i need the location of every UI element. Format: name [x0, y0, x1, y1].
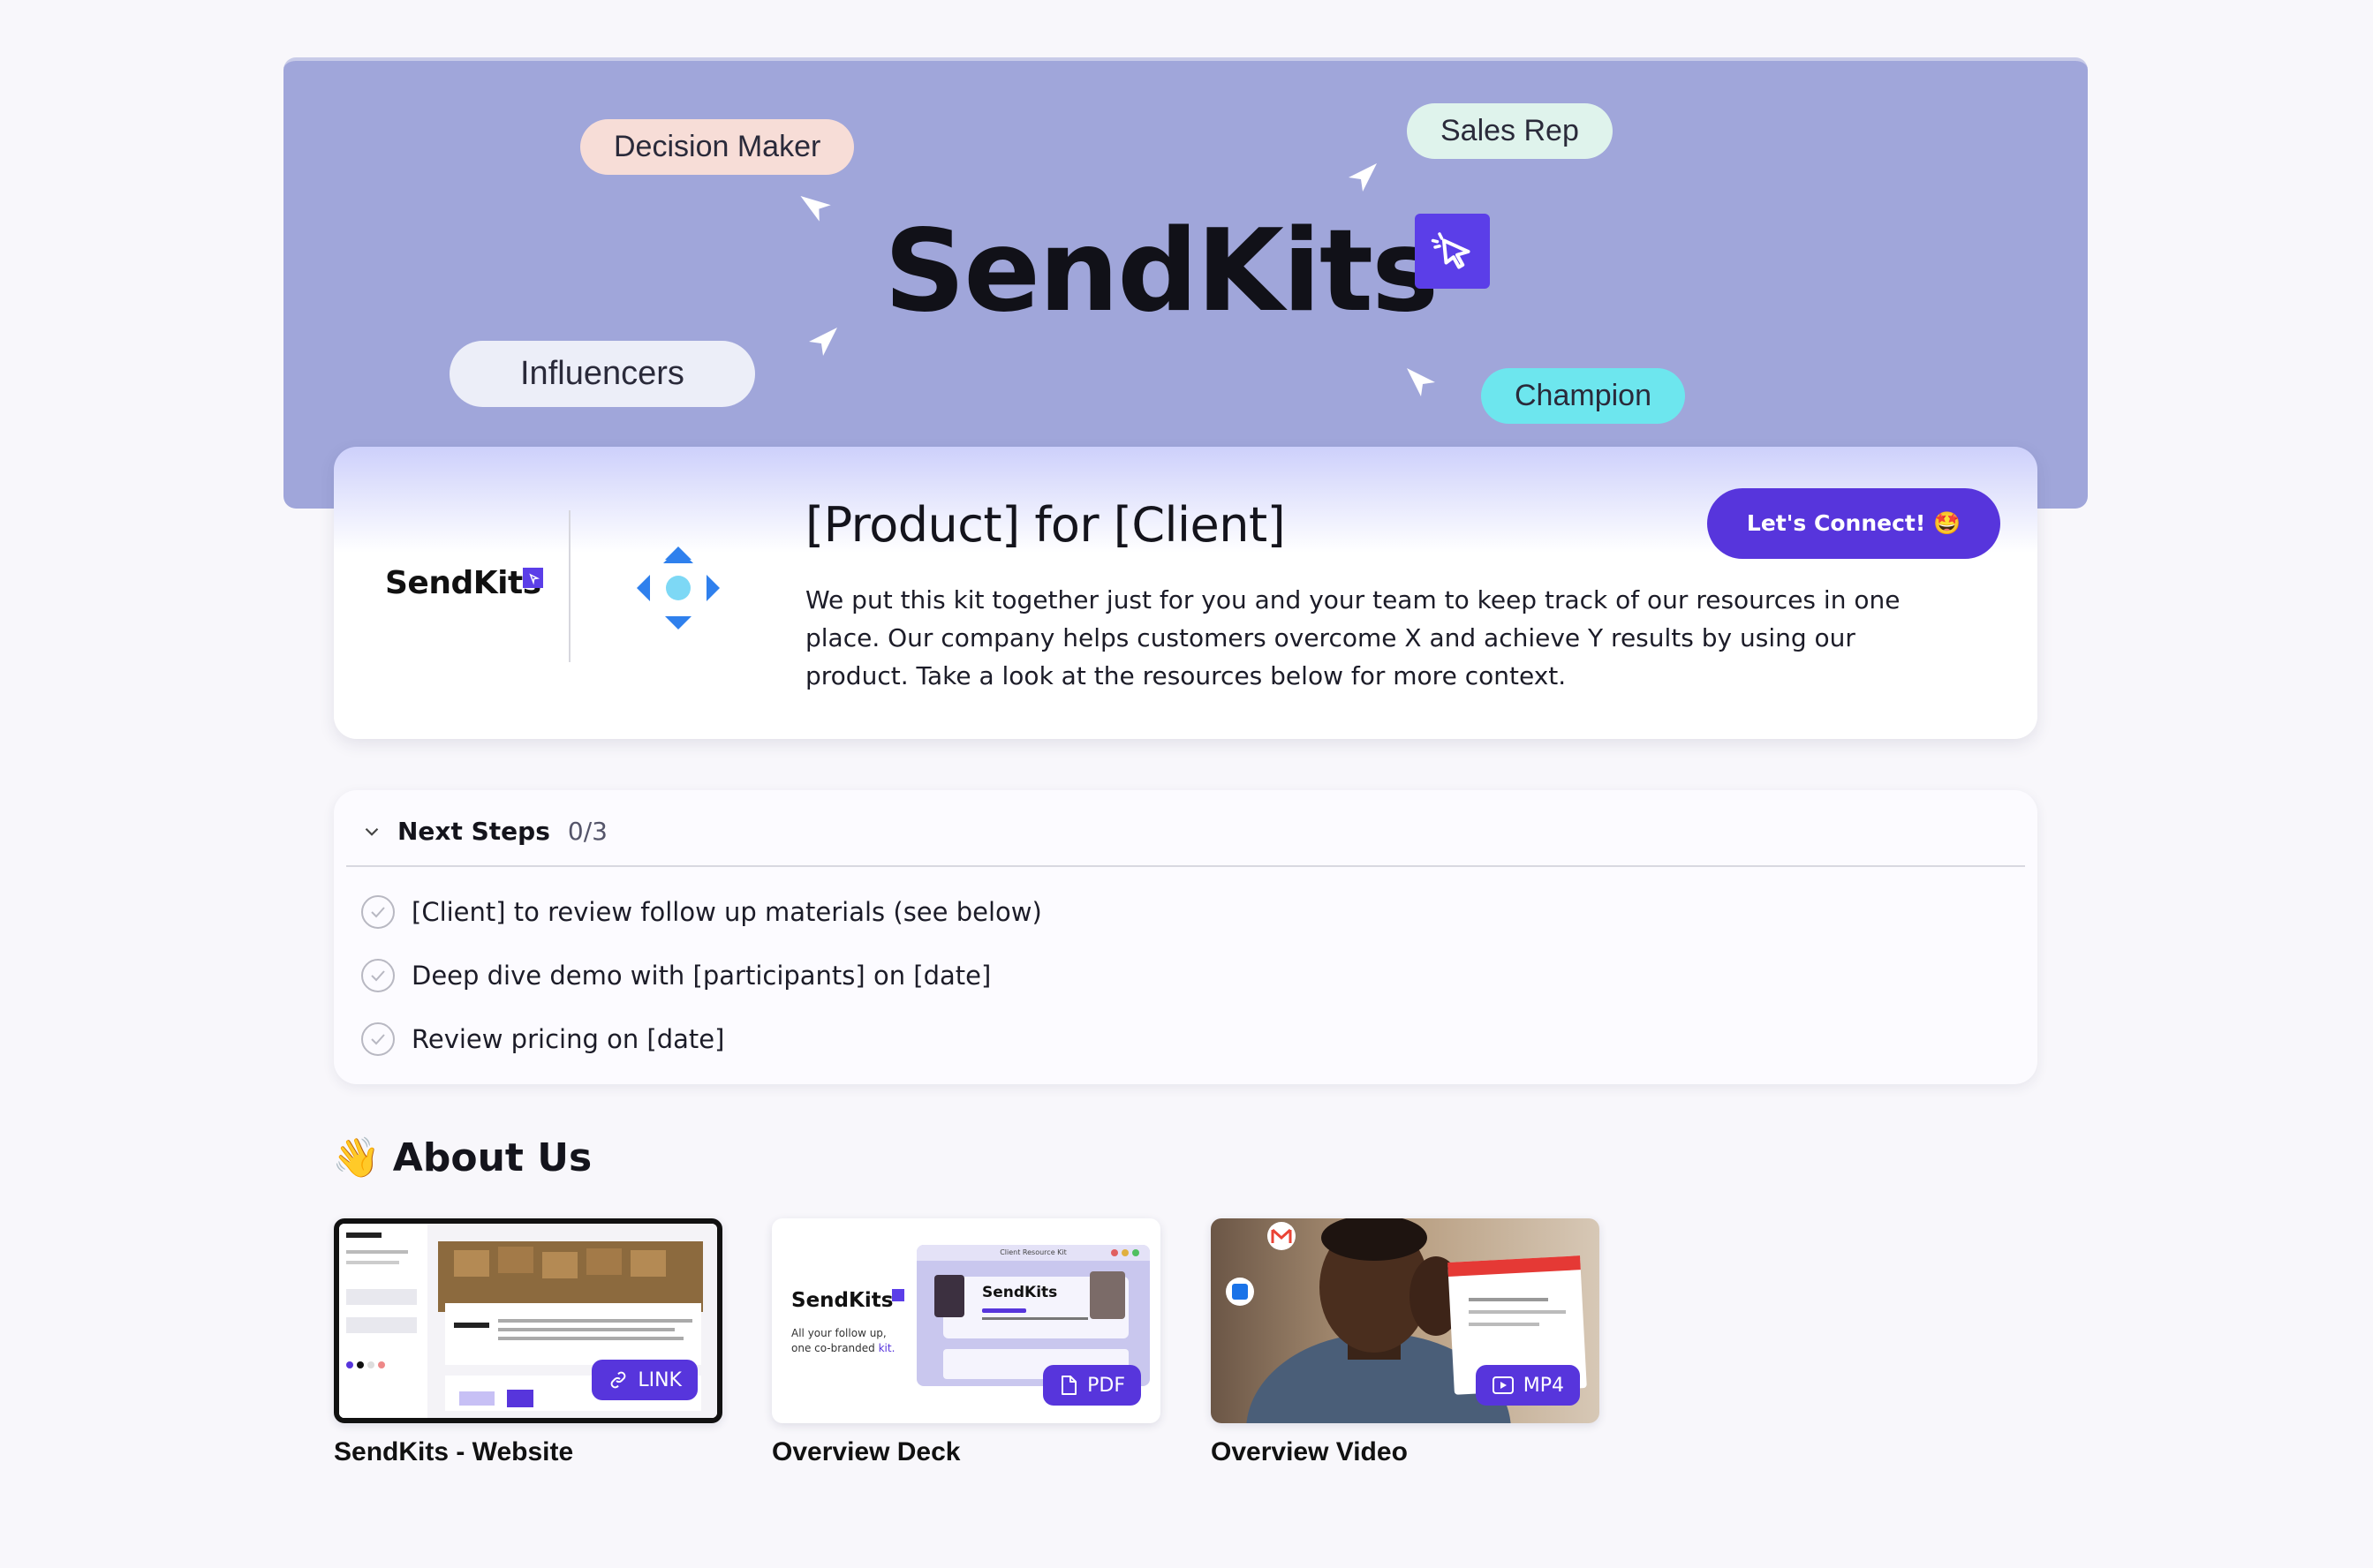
- next-step-label: [Client] to review follow up materials (…: [412, 897, 1042, 927]
- tag-influencers: Influencers: [450, 341, 755, 407]
- hero-banner: Decision Maker Sales Rep Influencers Cha…: [283, 57, 2088, 509]
- next-step-label: Deep dive demo with [participants] on [d…: [412, 961, 992, 991]
- mp4-badge: MP4: [1475, 1365, 1580, 1406]
- chevron-down-icon: [365, 827, 379, 836]
- logo-divider: [569, 510, 571, 662]
- cursor-arrow-icon: [1349, 163, 1377, 192]
- kit-header-card: SendKits [Product] for [Client] We put t…: [334, 447, 2037, 739]
- check-circle-icon[interactable]: [360, 1021, 396, 1057]
- next-step-item: [Client] to review follow up materials (…: [360, 894, 1042, 930]
- badge-label: MP4: [1523, 1374, 1564, 1397]
- resource-card-website[interactable]: LINK SendKits - Website: [334, 1218, 722, 1467]
- client-logo-icon: [637, 547, 720, 629]
- sendkits-mark-icon: [523, 568, 543, 588]
- tag-decision-maker: Decision Maker: [580, 119, 855, 175]
- kit-description: We put this kit together just for you an…: [805, 585, 1901, 690]
- sendkits-logo-icon: [1415, 214, 1490, 289]
- next-steps-count: 0/3: [567, 817, 608, 846]
- cursor-arrow-icon: [809, 328, 837, 356]
- tag-champion: Champion: [1481, 368, 1685, 424]
- deck-brand-text: SendKits: [791, 1289, 894, 1312]
- video-play-icon: [1492, 1376, 1514, 1394]
- resource-card-deck[interactable]: SendKits All your follow up, one co-bran…: [772, 1218, 1160, 1467]
- waving-hand-icon: 👋: [332, 1135, 381, 1180]
- resource-card-video[interactable]: MP4 Overview Video: [1211, 1218, 1599, 1467]
- check-circle-icon[interactable]: [360, 958, 396, 993]
- deck-thumbnail[interactable]: SendKits All your follow up, one co-bran…: [772, 1218, 1160, 1423]
- about-us-label: About Us: [392, 1135, 593, 1180]
- cursor-arrow-icon: [800, 196, 831, 222]
- next-steps-card: Next Steps 0/3 [Client] to review follow…: [334, 790, 2037, 1084]
- sendkits-mark-icon: [892, 1289, 904, 1301]
- website-thumbnail[interactable]: LINK: [334, 1218, 722, 1423]
- badge-label: LINK: [638, 1368, 682, 1391]
- check-circle-icon[interactable]: [360, 894, 396, 930]
- cursor-arrow-icon: [1407, 368, 1435, 396]
- tag-sales-rep: Sales Rep: [1407, 103, 1613, 159]
- next-step-item: Review pricing on [date]: [360, 1021, 724, 1057]
- lets-connect-button[interactable]: Let's Connect! 🤩: [1707, 488, 2000, 559]
- divider: [346, 865, 2025, 867]
- section-title-about-us: 👋 About Us: [332, 1135, 593, 1181]
- banner-title: SendKits: [884, 206, 1439, 337]
- resource-caption[interactable]: Overview Deck: [772, 1437, 1160, 1467]
- video-thumbnail[interactable]: MP4: [1211, 1218, 1599, 1423]
- file-icon: [1062, 1376, 1077, 1395]
- link-badge: LINK: [592, 1360, 698, 1400]
- badge-label: PDF: [1087, 1374, 1125, 1397]
- resource-caption[interactable]: SendKits - Website: [334, 1437, 722, 1467]
- next-step-item: Deep dive demo with [participants] on [d…: [360, 958, 991, 993]
- page-title: [Product] for [Client]: [805, 497, 1286, 553]
- deck-tagline: All your follow up, one co-branded kit.: [791, 1327, 896, 1354]
- next-steps-title: Next Steps: [397, 817, 550, 846]
- sendkits-brand-logo: SendKits: [385, 565, 541, 601]
- next-step-label: Review pricing on [date]: [412, 1024, 725, 1054]
- next-steps-toggle[interactable]: Next Steps 0/3: [360, 817, 608, 846]
- resource-caption[interactable]: Overview Video: [1211, 1437, 1599, 1467]
- link-icon: [611, 1371, 626, 1389]
- pdf-badge: PDF: [1043, 1365, 1141, 1406]
